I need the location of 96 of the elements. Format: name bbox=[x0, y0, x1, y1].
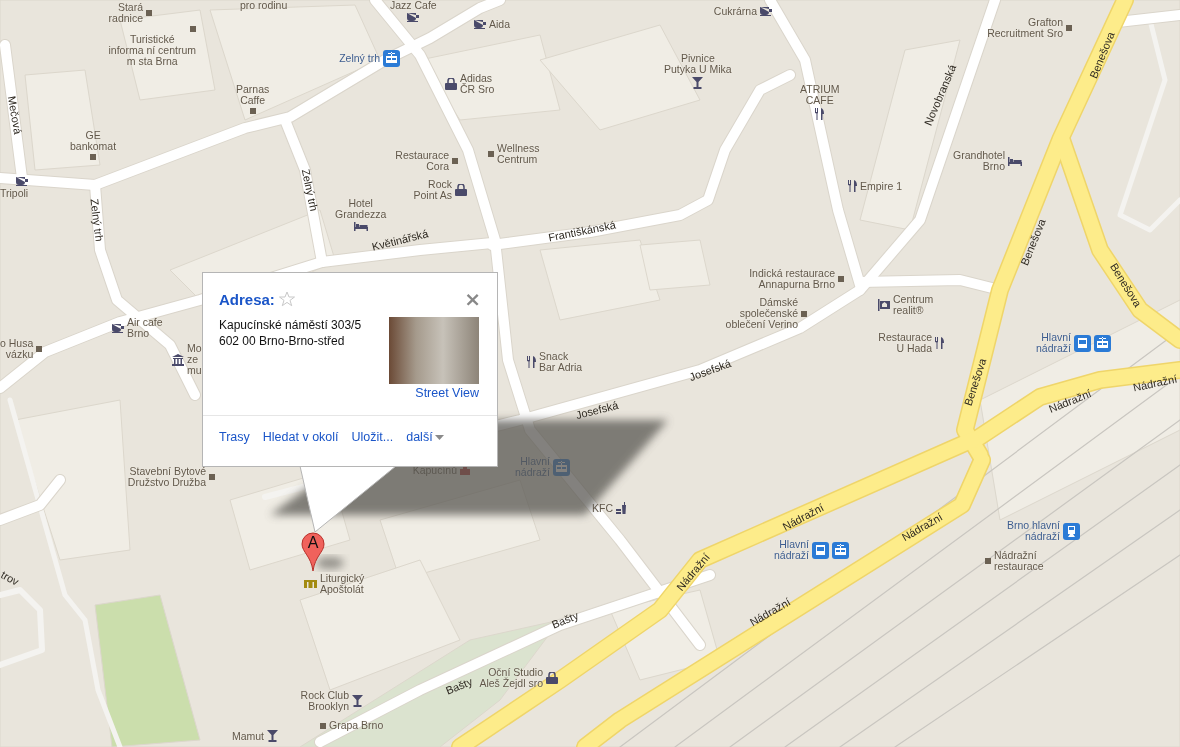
info-title: Adresa: bbox=[219, 290, 275, 308]
place-label: Centrum realit® bbox=[893, 294, 934, 316]
street-label: Mečová bbox=[5, 95, 25, 135]
place-label: Rock Club Brooklyn bbox=[300, 690, 349, 712]
cocktail-glass-icon bbox=[352, 695, 363, 707]
fork-knife-icon bbox=[848, 180, 857, 192]
bed-icon bbox=[353, 222, 368, 231]
place-label: Grapa Brno bbox=[329, 720, 384, 731]
shopping-bag-icon bbox=[445, 78, 457, 90]
square-icon bbox=[838, 276, 844, 282]
place-label: Jazz Cafe bbox=[390, 0, 437, 11]
place-label: Air cafe Brno bbox=[127, 317, 163, 339]
place-label: Brno hlavní nádraží bbox=[1006, 520, 1060, 542]
shopping-bag-icon bbox=[546, 672, 558, 684]
street-label: Bašty bbox=[444, 675, 474, 697]
place-label: Rock Point As bbox=[413, 179, 452, 201]
place-label: Tripoli bbox=[0, 188, 29, 199]
place-label: Aida bbox=[489, 19, 510, 30]
map-marker[interactable]: A bbox=[301, 532, 325, 572]
place-label: Snack Bar Adria bbox=[539, 351, 583, 373]
coffee-cup-icon bbox=[16, 177, 29, 186]
street-label: Josefská bbox=[574, 398, 620, 422]
tram-icon bbox=[383, 50, 400, 67]
more-menu-link[interactable]: další bbox=[406, 430, 444, 444]
marker-shadow bbox=[316, 557, 344, 569]
bus-and-tram-icon bbox=[1074, 334, 1111, 352]
address-line: 602 00 Brno-Brno-střed bbox=[219, 333, 346, 349]
coffee-cup-icon bbox=[112, 323, 124, 333]
square-icon bbox=[1066, 25, 1072, 31]
place-label: Grafton Recruitment Sro bbox=[987, 17, 1063, 39]
shopping-bag-icon bbox=[455, 184, 467, 196]
place-label: Stavební Bytové Družstvo Družba bbox=[127, 466, 206, 488]
place-label: Dámské společenské oblečení Verino bbox=[725, 297, 798, 330]
drink-and-burger-icon bbox=[616, 502, 627, 514]
coffee-cup-icon bbox=[474, 20, 486, 29]
street-label: Nádražní bbox=[1131, 372, 1179, 394]
place-label: Liturgický Apoštolát bbox=[320, 573, 365, 595]
cocktail-glass-icon bbox=[267, 730, 278, 742]
street-label: Zelný trh bbox=[88, 198, 106, 242]
square-icon bbox=[985, 558, 991, 564]
place-label: Adidas ČR Sro bbox=[460, 73, 495, 95]
place-label: Restaurace Cora bbox=[395, 150, 449, 172]
place-label: pro rodinu bbox=[240, 0, 288, 11]
square-icon bbox=[36, 346, 43, 352]
square-icon bbox=[249, 108, 256, 114]
place-label: Mo ze mu bbox=[187, 343, 202, 376]
flag-icon bbox=[878, 299, 890, 311]
bed-icon bbox=[1008, 156, 1022, 166]
square-icon bbox=[488, 151, 494, 157]
place-label: KFC bbox=[592, 502, 613, 514]
coffee-cup-icon bbox=[760, 7, 772, 16]
street-label: trov bbox=[0, 568, 21, 588]
square-icon bbox=[209, 474, 215, 480]
square-icon bbox=[452, 158, 458, 164]
place-label: GE bankomat bbox=[70, 130, 117, 152]
star-icon[interactable] bbox=[278, 291, 295, 307]
place-label: Pivnice Putyka U Mika bbox=[664, 53, 732, 75]
bus-and-tram-icon bbox=[812, 541, 849, 559]
place-label: Restaurace U Hada bbox=[878, 332, 932, 354]
square-icon bbox=[90, 154, 97, 160]
building-icon bbox=[304, 580, 317, 588]
place-label: Zelný trh bbox=[339, 53, 380, 64]
place-label: Parnas Caffe bbox=[236, 84, 270, 106]
place-label: ATRIUM CAFE bbox=[800, 84, 840, 106]
street-label: Zelný trh bbox=[299, 167, 321, 213]
coffee-cup-icon bbox=[407, 13, 420, 22]
place-label: Hotel Grandezza bbox=[335, 198, 387, 220]
square-icon bbox=[320, 722, 326, 729]
action-link[interactable]: Uložit... bbox=[351, 430, 394, 444]
place-label: Stará radnice bbox=[108, 2, 143, 24]
square-icon bbox=[190, 26, 196, 32]
place-label: Cukrárna bbox=[713, 6, 757, 17]
square-icon bbox=[801, 310, 807, 317]
place-label: Indická restaurace Annapurna Brno bbox=[749, 268, 835, 290]
place-label: Empire 1 bbox=[860, 180, 902, 192]
place-label: Grandhotel Brno bbox=[953, 150, 1005, 172]
street-label: Bašty bbox=[550, 609, 580, 631]
place-label: Hlavní nádraží bbox=[1035, 332, 1071, 354]
action-link[interactable]: Trasy bbox=[219, 430, 250, 444]
fork-knife-icon bbox=[527, 356, 536, 368]
place-label: Mamut bbox=[231, 730, 264, 742]
caret-icon bbox=[434, 434, 444, 440]
place-label: Wellness Centrum bbox=[497, 143, 540, 165]
museum-building-icon bbox=[172, 353, 184, 366]
address-line: Kapucínské náměstí 303/5 bbox=[219, 317, 362, 333]
close-button[interactable]: × bbox=[462, 290, 483, 308]
place-label: Hlavní nádraží bbox=[773, 539, 809, 561]
action-link[interactable]: Hledat v okolí bbox=[262, 430, 339, 444]
place-label: o Husa vázku bbox=[0, 338, 34, 360]
fork-knife-icon bbox=[935, 337, 944, 349]
cocktail-glass-icon bbox=[692, 77, 704, 89]
place-label: Turistické informa ní centrum m sta Brna bbox=[108, 34, 196, 67]
square-icon bbox=[146, 10, 152, 16]
place-label: Nádražní restaurace bbox=[994, 550, 1044, 572]
fork-knife-icon bbox=[815, 108, 825, 120]
street-view-link[interactable]: Street View bbox=[415, 386, 479, 400]
